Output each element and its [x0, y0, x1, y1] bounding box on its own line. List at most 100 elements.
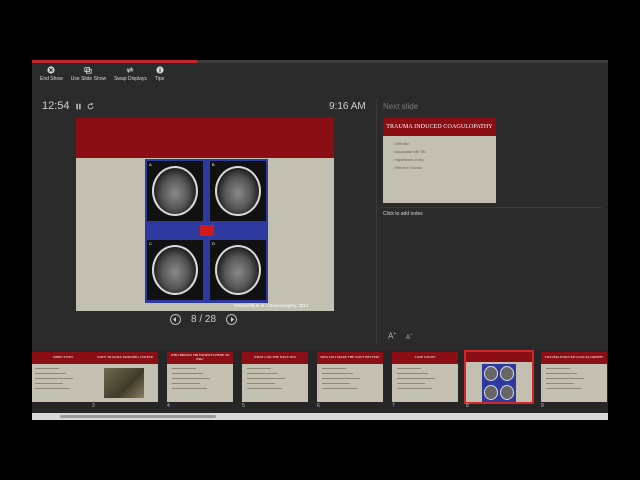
ct-scan-a: A: [147, 161, 203, 221]
elapsed-time: 12:54: [42, 100, 70, 112]
swap-displays-label: Swap Displays: [114, 76, 147, 82]
thumbnail-title: WHO BRINGS TBI PATIENTS HERE SO BIG?: [170, 353, 230, 361]
reset-timer-icon[interactable]: [87, 102, 94, 110]
next-slide-preview[interactable]: TRAUMA INDUCED COAGULOPATHY Definition A…: [383, 118, 496, 203]
brain-image: [152, 245, 198, 295]
brain-image: [484, 366, 498, 381]
thumbnail-text-lines: [35, 368, 75, 393]
brain-image: [484, 385, 498, 400]
current-slide[interactable]: A B C D Gennarelli et al J Neurosurgery,…: [76, 118, 334, 311]
scrollbar-thumb[interactable]: [60, 415, 216, 418]
presenter-toolbar: End Show Use Slide Show Swap Displays Ti…: [32, 66, 166, 88]
next-slide-button[interactable]: [226, 314, 238, 325]
slide-thumbnail[interactable]: OBJECTIVES: [32, 352, 96, 402]
use-slide-show-button[interactable]: Use Slide Show: [69, 66, 108, 88]
timer: 12:54: [42, 100, 94, 112]
thumbnail-number: 5: [242, 403, 245, 409]
thumbnail-title-band: WHAT CAN THE NAVY DO?: [242, 352, 308, 364]
thumbnail-text-lines: [546, 368, 586, 393]
slide-counter: 8 / 28: [191, 314, 217, 325]
list-item: Association with TBI: [393, 150, 425, 154]
use-slide-show-label: Use Slide Show: [70, 76, 107, 82]
thumbnail-number: 3: [92, 403, 95, 409]
thumbnail-text-lines: [322, 368, 362, 393]
pause-icon[interactable]: [75, 103, 82, 110]
thumbnail-number: 4: [167, 403, 170, 409]
thumbnail-title: WHAT CAN THE NAVY DO?: [253, 355, 297, 360]
brain-image: [500, 366, 514, 381]
end-show-label: End Show: [40, 76, 63, 82]
next-slide-title-band: TRAUMA INDUCED COAGULOPATHY: [383, 118, 496, 136]
current-time: 9:16 AM: [329, 101, 366, 112]
progress-fill: [32, 60, 197, 63]
ct-scan-b: B: [210, 161, 266, 221]
scan-label: C: [149, 241, 152, 246]
previous-slide-button[interactable]: [170, 314, 181, 325]
scan-label: A: [149, 162, 152, 167]
thumbnail-title: OBJECTIVES: [53, 355, 73, 360]
decrease-font-button[interactable]: A−: [406, 332, 413, 341]
thumbnail-text-lines: [172, 368, 212, 393]
slide-thumbnail-strip: OBJECTIVES NAVY TRAUMA TRAINING CENTER 3 WH…: [32, 350, 608, 420]
slide-title-band: [76, 118, 334, 158]
thumbnail-title-band: [466, 352, 532, 362]
list-item: Hypotheses of why: [393, 158, 425, 162]
thumbnail-figure: [482, 364, 516, 402]
horizontal-scrollbar[interactable]: [32, 413, 608, 420]
swap-displays-button[interactable]: Swap Displays: [112, 66, 149, 88]
slide-thumbnail[interactable]: CASE STUDY 7: [392, 352, 458, 409]
brain-image: [215, 245, 261, 295]
ct-scan-c: C: [147, 240, 203, 300]
notes-area[interactable]: Click to add notes: [383, 211, 423, 217]
thumbnail-title: TRAUMA INDUCED COAGULOPATHY: [544, 355, 604, 360]
thumbnail-title-band: NAVY TRAUMA TRAINING CENTER: [92, 352, 158, 364]
progress-bar: [32, 60, 608, 63]
increase-font-button[interactable]: A+: [388, 331, 396, 341]
tips-button[interactable]: Tips: [153, 66, 166, 88]
tips-icon: [155, 66, 164, 74]
thumbnail-title-band: HOW DO I MAKE THE NAVY BETTER?: [317, 352, 383, 364]
thumbnail-title-band: TRAUMA INDUCED COAGULOPATHY: [541, 352, 607, 364]
presenter-view: End Show Use Slide Show Swap Displays Ti…: [32, 60, 608, 420]
slide-caption: Gennarelli et al J Neurosurgery, 2012: [234, 303, 309, 308]
thumbnail-number: 6: [317, 403, 320, 409]
thumbnail-title: HOW DO I MAKE THE NAVY BETTER?: [320, 355, 380, 360]
next-slide-title: TRAUMA INDUCED COAGULOPATHY: [386, 124, 493, 130]
scan-label: D: [212, 241, 215, 246]
swap-displays-icon: [126, 67, 135, 73]
ct-scan-d: D: [210, 240, 266, 300]
ct-scan-figure: A B C D: [145, 159, 268, 303]
thumbnail-title-band: OBJECTIVES: [32, 352, 96, 364]
slide-thumbnail[interactable]: WHO BRINGS TBI PATIENTS HERE SO BIG? 4: [167, 352, 233, 409]
list-item: Definition: [393, 142, 425, 146]
slide-thumbnail[interactable]: NAVY TRAUMA TRAINING CENTER 3: [92, 352, 158, 409]
end-show-button[interactable]: End Show: [38, 66, 65, 88]
pane-divider[interactable]: [376, 100, 377, 345]
scan-label: B: [212, 162, 215, 167]
next-slide-bullets: Definition Association with TBI Hypothes…: [393, 142, 425, 174]
minus-icon: −: [410, 332, 413, 338]
brain-image: [215, 166, 261, 216]
thumbnail-title-band: WHO BRINGS TBI PATIENTS HERE SO BIG?: [167, 352, 233, 364]
slide-thumbnail[interactable]: HOW DO I MAKE THE NAVY BETTER? 6: [317, 352, 383, 409]
thumbnail-title-band: CASE STUDY: [392, 352, 458, 364]
thumbnail-number: 7: [392, 403, 395, 409]
thumbnail-photo: [104, 368, 144, 398]
slide-show-icon: [84, 67, 93, 74]
end-show-icon: [47, 66, 55, 74]
brain-image: [152, 166, 198, 216]
slide-thumbnail[interactable]: TRAUMA INDUCED COAGULOPATHY 9: [541, 352, 607, 409]
slide-thumbnail[interactable]: 8: [464, 350, 534, 409]
down-arrow-icon: [200, 225, 214, 236]
thumbnail-title: NAVY TRAUMA TRAINING CENTER: [97, 355, 153, 360]
chevron-left-icon: [173, 317, 176, 322]
plus-icon: +: [393, 331, 397, 337]
thumbnail-text-lines: [397, 368, 437, 393]
thumbnail-number: 9: [541, 403, 544, 409]
thumbnail-title: CASE STUDY: [414, 355, 436, 360]
thumbnail-number: 8: [466, 403, 469, 409]
chevron-right-icon: [231, 317, 235, 322]
slide-thumbnail[interactable]: WHAT CAN THE NAVY DO? 5: [242, 352, 308, 409]
notes-divider: [380, 207, 602, 208]
next-slide-heading: Next slide: [383, 102, 419, 111]
